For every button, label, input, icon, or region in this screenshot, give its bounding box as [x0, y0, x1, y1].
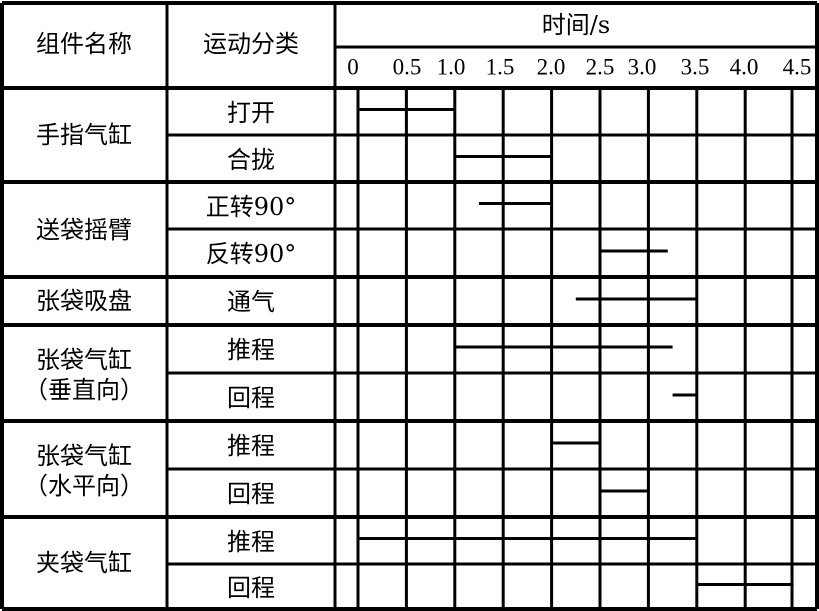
motion-label: 推程: [227, 336, 275, 364]
component-orientation: （垂直向）: [24, 376, 144, 404]
x-tick-label: 2.5: [585, 54, 615, 80]
motion-label: 反转90°: [205, 240, 297, 268]
component-name: 张袋气缸: [36, 346, 132, 374]
component-name: 张袋吸盘: [36, 287, 132, 315]
motion-label: 合拢: [227, 145, 275, 174]
header-time: 时间/s: [541, 11, 611, 39]
header-component-name: 组件名称: [36, 30, 132, 58]
x-tick-label: 3.5: [680, 54, 710, 80]
motion-label: 回程: [227, 573, 275, 602]
component-name: 夹袋气缸: [36, 549, 132, 577]
component-name: 手指气缸: [36, 121, 132, 149]
motion-label: 推程: [227, 432, 275, 460]
motion-label: 通气: [227, 288, 275, 316]
x-tick-label: 3.0: [627, 54, 657, 80]
motion-timing-table: 组件名称 运动分类 时间/s 0 0.5 1.0 1.5 2.0 2.5 3.0 3.5 4.0…: [0, 0, 819, 611]
component-name: 张袋气缸: [36, 442, 132, 470]
x-tick-label: 2.0: [536, 54, 566, 80]
component-orientation: （水平向）: [24, 472, 144, 500]
motion-label: 回程: [227, 480, 275, 508]
x-tick-label: 1.0: [436, 54, 466, 80]
x-tick-label: 0.5: [392, 54, 422, 80]
header-motion-type: 运动分类: [203, 30, 299, 58]
motion-label: 正转90°: [205, 192, 297, 221]
x-tick-label: 4.0: [729, 54, 759, 80]
motion-label: 打开: [227, 98, 275, 127]
motion-label: 推程: [227, 527, 275, 556]
motion-label: 回程: [227, 384, 275, 412]
x-tick-label: 0: [347, 54, 359, 80]
x-tick-label: 1.5: [485, 54, 515, 80]
x-tick-label: 4.5: [782, 54, 812, 80]
component-name: 送袋摇臂: [36, 215, 132, 244]
